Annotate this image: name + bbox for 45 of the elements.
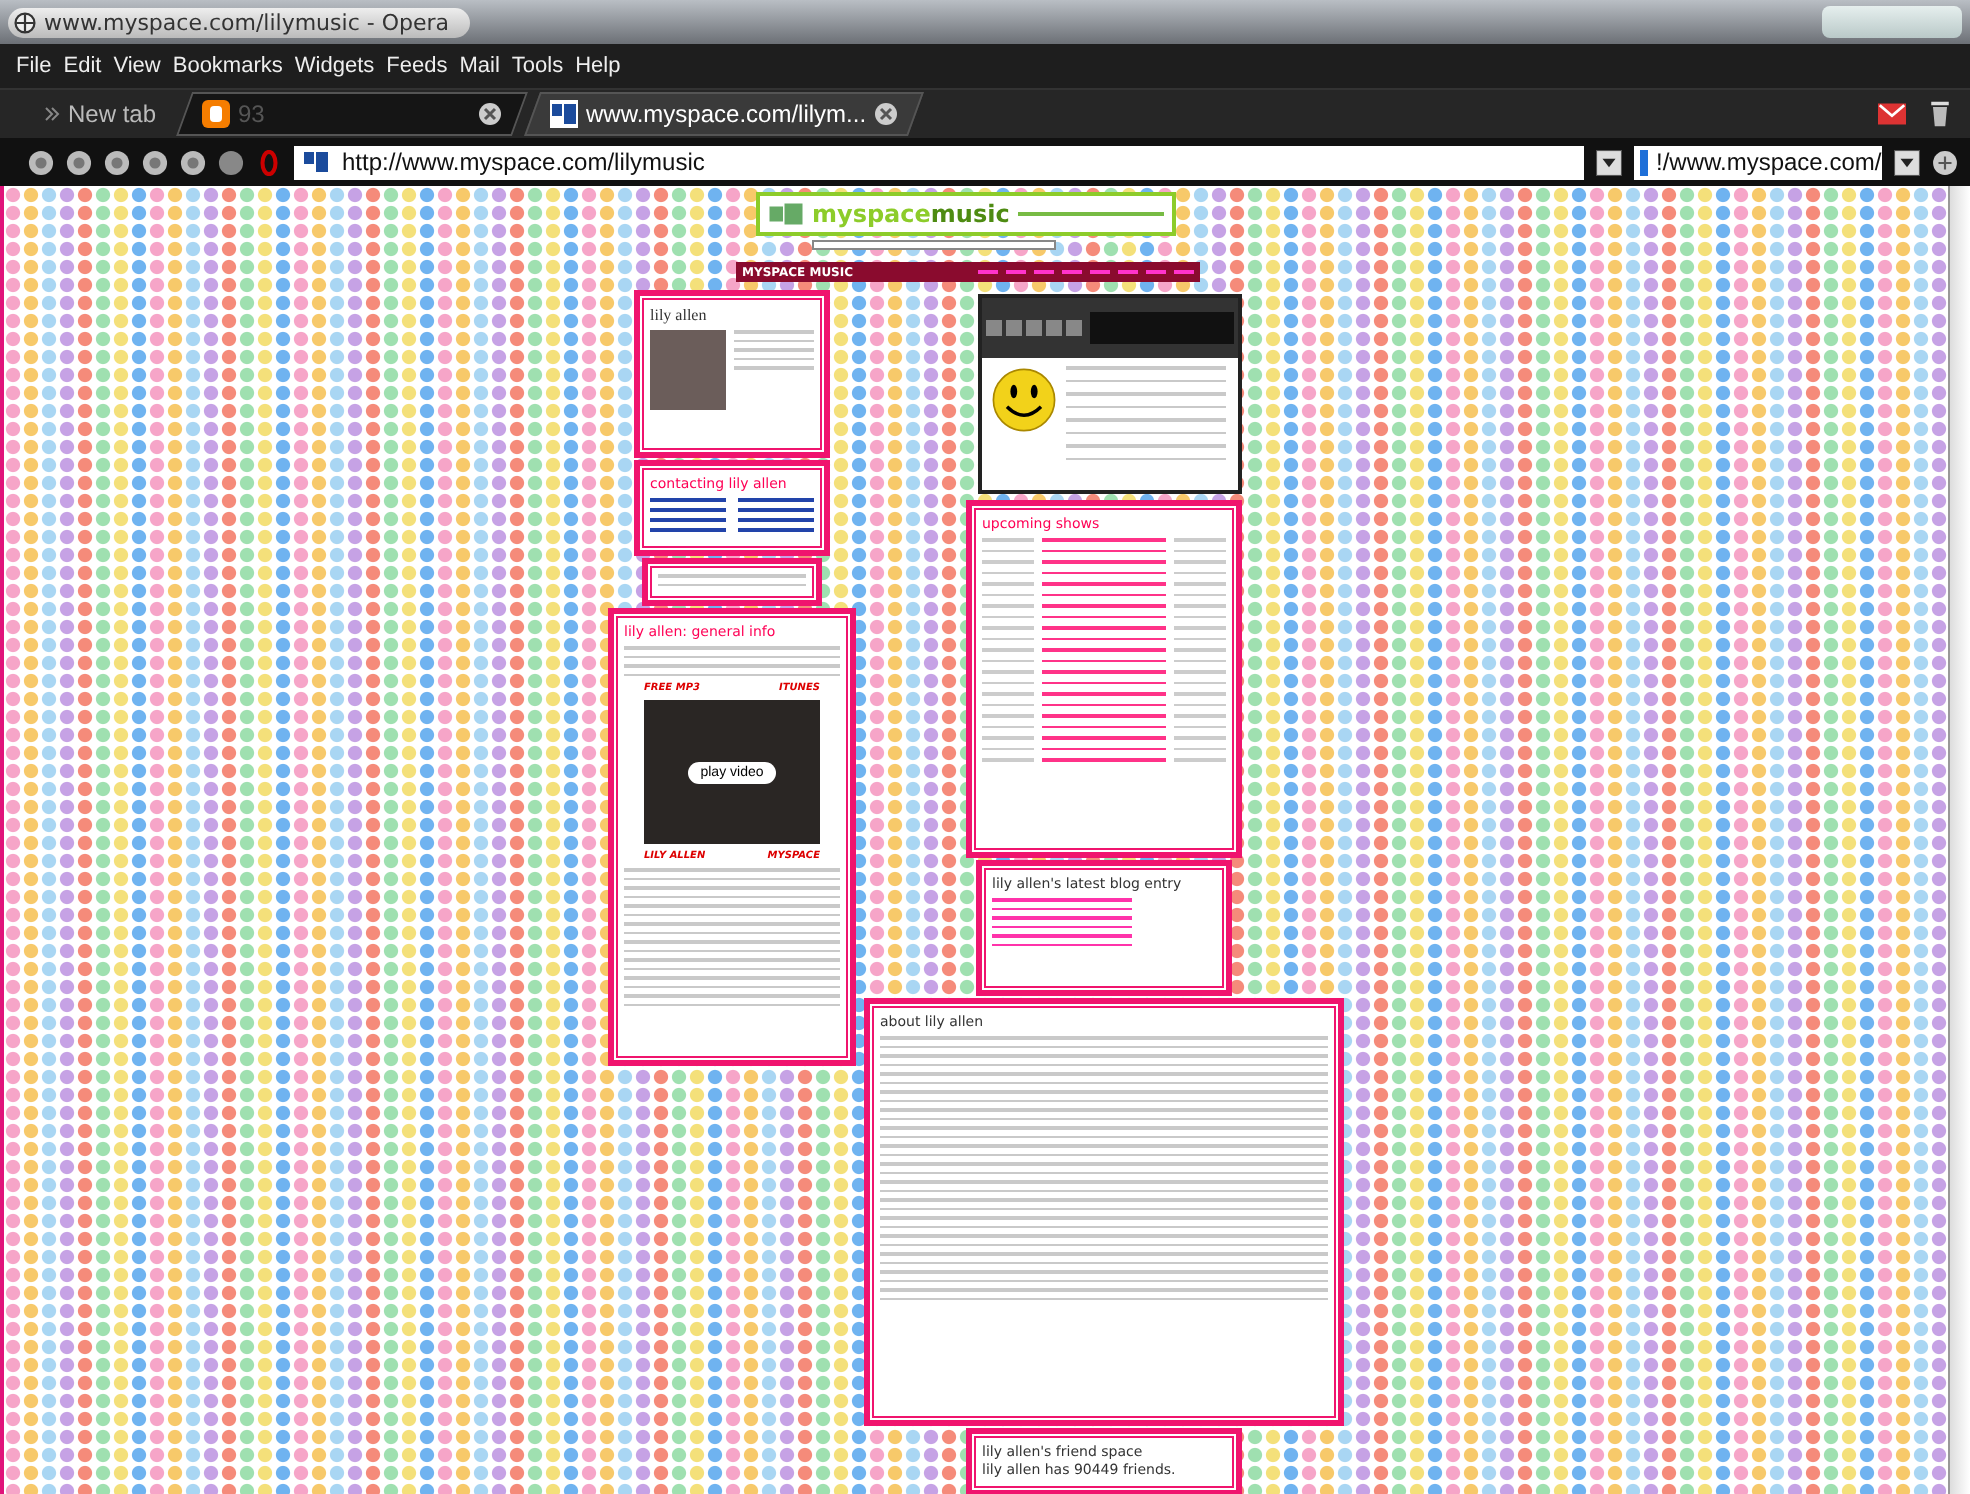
navigation-icon[interactable]: [66, 149, 92, 175]
address-field[interactable]: http://www.myspace.com/lilymusic: [294, 145, 1584, 179]
mail-icon[interactable]: [1878, 100, 1906, 128]
navigation-icon[interactable]: [142, 149, 168, 175]
people-icon: [550, 100, 579, 128]
menu-item[interactable]: Mail: [459, 54, 500, 78]
banner[interactable]: myspacemusic: [756, 192, 1176, 236]
menu-item[interactable]: File: [16, 54, 52, 78]
dropdown-icon[interactable]: [1894, 149, 1920, 175]
close-icon[interactable]: [874, 102, 899, 126]
smiley-icon: [990, 366, 1058, 434]
blog-icon: [202, 100, 231, 128]
profile-name: lily allen: [650, 306, 709, 324]
menu-item[interactable]: Help: [575, 54, 621, 78]
menu-item[interactable]: Feeds: [386, 54, 448, 78]
chevron-icon: [44, 106, 60, 122]
photo-placeholder: [650, 330, 727, 410]
browser-tab[interactable]: www.myspace.com/lilym...: [524, 92, 925, 136]
people-icon: [302, 148, 330, 176]
zoom-icon[interactable]: [1932, 149, 1958, 175]
browser-tab[interactable]: New tab: [28, 94, 173, 134]
show-list-drawing[interactable]: [982, 538, 1226, 761]
people-icon: [768, 200, 804, 228]
nav-links-drawing[interactable]: [978, 270, 1194, 274]
stop-icon[interactable]: [218, 149, 244, 175]
menu-item[interactable]: View: [113, 54, 161, 78]
text-lines-drawing: [992, 898, 1132, 946]
navigation-icon[interactable]: [104, 149, 130, 175]
menu-item[interactable]: Tools: [511, 54, 564, 78]
window-title: www.myspace.com/lilymusic - Opera: [44, 9, 450, 35]
navigation-icon[interactable]: [28, 149, 54, 175]
menu-item[interactable]: Bookmarks: [172, 54, 283, 78]
globe-icon: [14, 11, 36, 33]
contact-links-drawing[interactable]: [650, 498, 814, 532]
dropdown-icon[interactable]: [1596, 149, 1622, 175]
player-display: [1090, 312, 1234, 344]
text-lines-drawing: [734, 330, 814, 369]
search-field[interactable]: !/www.myspace.com/: [1634, 145, 1882, 179]
scrollbar[interactable]: [1948, 186, 1970, 1494]
navigation-icon[interactable]: [180, 149, 206, 175]
menu-item[interactable]: Widgets: [294, 54, 375, 78]
menu-item[interactable]: Edit: [63, 54, 102, 78]
close-icon[interactable]: [478, 102, 503, 126]
opera-icon[interactable]: [256, 149, 282, 175]
trash-icon[interactable]: [1926, 100, 1954, 128]
